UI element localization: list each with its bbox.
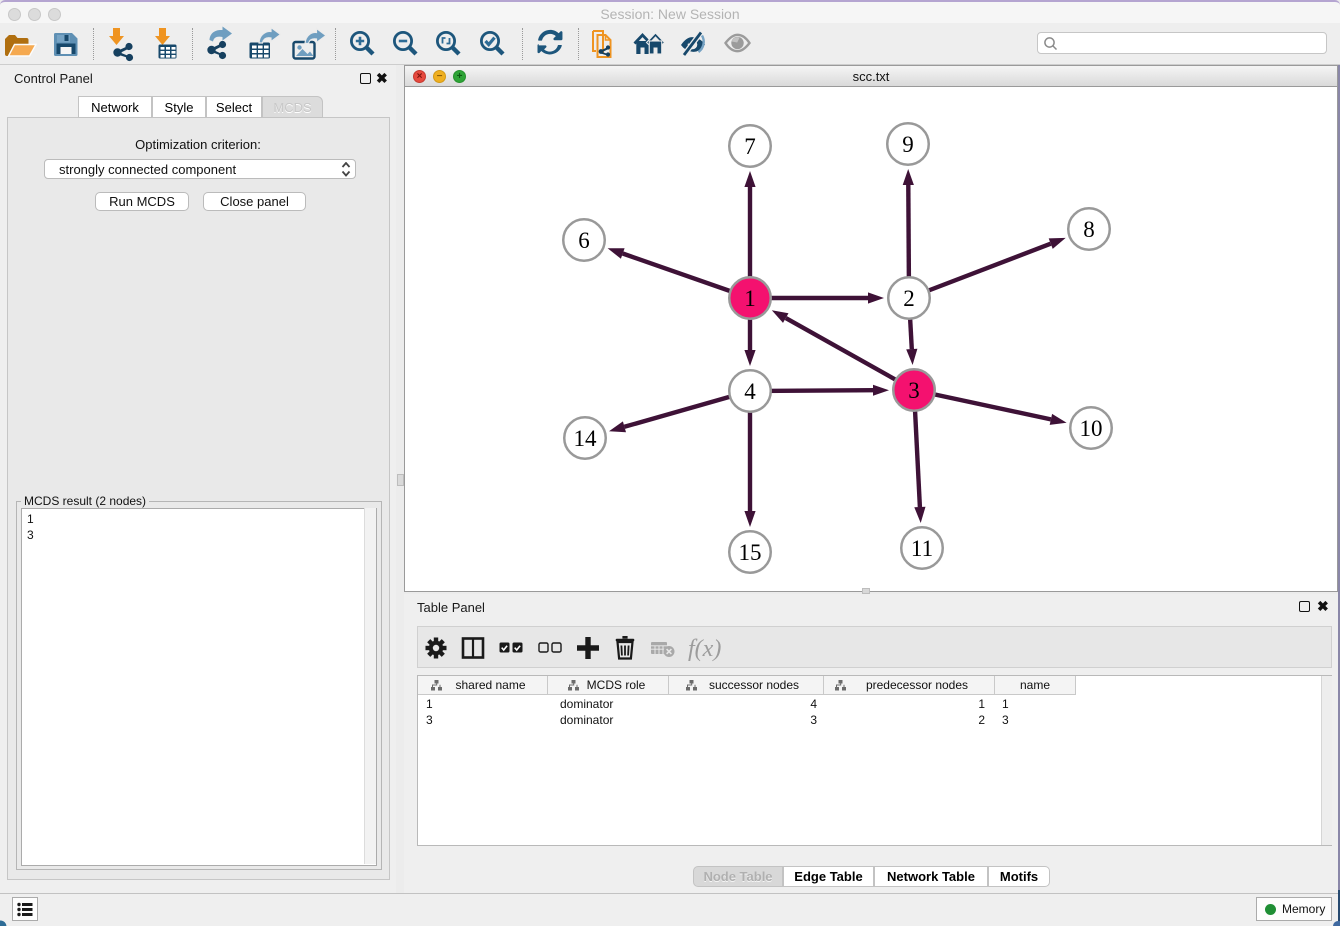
svg-text:f(x): f(x): [688, 636, 721, 662]
svg-text:7: 7: [744, 134, 756, 159]
svg-text:11: 11: [911, 536, 933, 561]
svg-text:10: 10: [1080, 416, 1103, 441]
svg-text:4: 4: [744, 379, 756, 404]
svg-text:3: 3: [908, 378, 920, 403]
svg-text:9: 9: [902, 132, 914, 157]
svg-text:14: 14: [574, 426, 598, 451]
svg-text:15: 15: [739, 540, 762, 565]
svg-text:1: 1: [744, 286, 756, 311]
svg-text:2: 2: [903, 286, 915, 311]
svg-text:6: 6: [578, 228, 590, 253]
svg-text:8: 8: [1083, 217, 1095, 242]
